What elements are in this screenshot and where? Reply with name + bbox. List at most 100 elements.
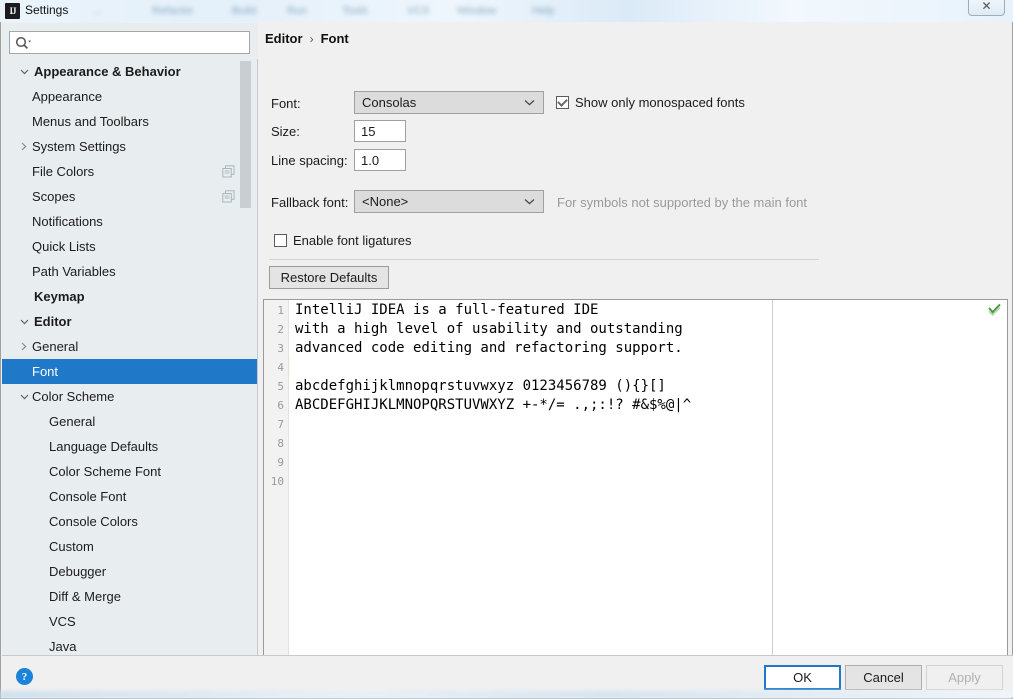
close-icon[interactable]: ✕ [968, 0, 1005, 16]
chevron-down-icon[interactable] [16, 309, 32, 334]
sidebar-item-label: Color Scheme [32, 389, 115, 404]
sidebar-item-java[interactable]: Java [2, 634, 257, 656]
size-input[interactable]: 15 [354, 120, 406, 142]
desktop-background-strip [0, 691, 1013, 699]
font-combobox[interactable]: Consolas [354, 91, 544, 114]
background-menu-item: Run [287, 5, 308, 17]
sidebar-item-notifications[interactable]: Notifications [2, 209, 257, 234]
preview-code-line: ABCDEFGHIJKLMNOPQRSTUVWXYZ +-*/= .,;:!? … [295, 397, 692, 413]
help-icon[interactable]: ? [16, 668, 33, 685]
breadcrumb-separator-icon: › [309, 31, 314, 46]
sidebar-item-menus-and-toolbars[interactable]: Menus and Toolbars [2, 109, 257, 134]
sidebar-item-console-font[interactable]: Console Font [2, 484, 257, 509]
preview-code-line: advanced code editing and refactoring su… [295, 340, 683, 356]
sidebar-item-label: System Settings [32, 139, 126, 154]
background-menu-item: Tools [342, 5, 368, 17]
sidebar-item-label: Scopes [32, 189, 76, 204]
sidebar-item-label: General [32, 339, 79, 354]
sidebar-item-label: Color Scheme Font [49, 464, 161, 479]
chevron-down-icon[interactable] [16, 59, 32, 84]
copy-icon[interactable] [222, 165, 235, 178]
sidebar-item-console-colors[interactable]: Console Colors [2, 509, 257, 534]
sidebar-item-appearance-behavior[interactable]: Appearance & Behavior [2, 59, 257, 84]
breadcrumb: Editor › Font [265, 31, 349, 46]
search-icon [15, 35, 31, 51]
sidebar-item-font[interactable]: Font [2, 359, 257, 384]
sidebar-item-system-settings[interactable]: System Settings [2, 134, 257, 159]
app-icon: IJ [5, 3, 20, 19]
sidebar-item-file-colors[interactable]: File Colors [2, 159, 257, 184]
background-menu-item: Window [457, 5, 497, 17]
breadcrumb-parent[interactable]: Editor [265, 31, 303, 46]
line-number: 1 [277, 304, 284, 317]
sidebar-item-keymap[interactable]: Keymap [2, 284, 257, 309]
sidebar-item-vcs[interactable]: VCS [2, 609, 257, 634]
line-number: 8 [277, 437, 284, 450]
preview-code-area[interactable]: IntelliJ IDEA is a full-featured IDE with… [290, 300, 1007, 663]
fallback-font-label: Fallback font: [271, 195, 349, 210]
sidebar-item-quick-lists[interactable]: Quick Lists [2, 234, 257, 259]
right-margin-guide [772, 300, 773, 663]
font-preview-editor[interactable]: 1 2 3 4 5 6 7 8 9 10 IntelliJ IDEA is a full-feat… [263, 299, 1008, 664]
show-monospaced-checkbox[interactable] [556, 96, 569, 109]
enable-ligatures-checkbox-row[interactable]: Enable font ligatures [274, 233, 412, 248]
chevron-right-icon[interactable] [16, 334, 32, 359]
background-menu-item: Help [532, 5, 555, 17]
sidebar-item-color-scheme[interactable]: Color Scheme [2, 384, 257, 409]
fallback-font-value: <None> [362, 194, 409, 209]
sidebar-item-color-scheme-font[interactable]: Color Scheme Font [2, 459, 257, 484]
sidebar-item-appearance[interactable]: Appearance [2, 84, 257, 109]
font-combobox-value: Consolas [362, 95, 417, 110]
sidebar-item-label: Editor [34, 314, 72, 329]
line-number: 9 [277, 456, 284, 469]
settings-sidebar: Appearance & Behavior Appearance Menus and… [2, 23, 258, 656]
font-label: Font: [271, 96, 301, 111]
sidebar-item-editor[interactable]: Editor [2, 309, 257, 334]
line-number: 10 [270, 475, 284, 488]
copy-icon[interactable] [222, 190, 235, 203]
background-menu-item: VCS [407, 5, 430, 17]
background-menu-blur: ... Refactor Build Run Tools VCS Window Help [92, 0, 652, 22]
sidebar-item-language-defaults[interactable]: Language Defaults [2, 434, 257, 459]
chevron-right-icon[interactable] [16, 134, 32, 159]
sidebar-item-general[interactable]: General [2, 409, 257, 434]
enable-ligatures-checkbox[interactable] [274, 234, 287, 247]
chevron-down-icon[interactable] [16, 384, 32, 409]
sidebar-item-debugger[interactable]: Debugger [2, 559, 257, 584]
preview-code-line: IntelliJ IDEA is a full-featured IDE [295, 302, 599, 318]
sidebar-item-diff-merge[interactable]: Diff & Merge [2, 584, 257, 609]
enable-ligatures-label: Enable font ligatures [293, 233, 412, 248]
background-menu-item: ... [92, 5, 102, 17]
line-number: 2 [277, 323, 284, 336]
fallback-font-combobox[interactable]: <None> [354, 190, 544, 213]
sidebar-item-label: Console Colors [49, 514, 138, 529]
line-number: 5 [277, 380, 284, 393]
restore-defaults-button[interactable]: Restore Defaults [269, 266, 389, 289]
sidebar-item-label: File Colors [32, 164, 95, 179]
apply-button: Apply [926, 665, 1003, 690]
settings-tree[interactable]: Appearance & Behavior Appearance Menus and… [2, 59, 258, 656]
show-monospaced-checkbox-row[interactable]: Show only monospaced fonts [556, 95, 745, 110]
sidebar-item-scopes[interactable]: Scopes [2, 184, 257, 209]
search-box[interactable] [9, 31, 250, 54]
line-number: 3 [277, 342, 284, 355]
sidebar-item-label: Font [32, 364, 59, 379]
fallback-font-hint: For symbols not supported by the main fo… [557, 195, 808, 210]
sidebar-item-path-variables[interactable]: Path Variables [2, 259, 257, 284]
title-bar: IJ Settings ... Refactor Build Run Tools VCS W… [0, 0, 1013, 22]
sidebar-item-custom[interactable]: Custom [2, 534, 257, 559]
preview-code-line: abcdefghijklmnopqrstuvwxyz 0123456789 ()… [295, 378, 666, 394]
section-divider [269, 259, 819, 260]
settings-window: IJ Settings ... Refactor Build Run Tools VCS W… [0, 0, 1013, 699]
window-title: Settings [25, 3, 69, 17]
sidebar-item-label: General [49, 414, 96, 429]
size-label: Size: [271, 124, 300, 139]
sidebar-item-label: Appearance [32, 89, 103, 104]
line-number: 4 [277, 361, 284, 374]
ok-button[interactable]: OK [764, 665, 841, 690]
sidebar-item-general[interactable]: General [2, 334, 257, 359]
cancel-button[interactable]: Cancel [845, 665, 922, 690]
line-spacing-label: Line spacing: [271, 153, 348, 168]
line-spacing-input[interactable]: 1.0 [354, 149, 406, 171]
search-input[interactable] [31, 33, 249, 52]
